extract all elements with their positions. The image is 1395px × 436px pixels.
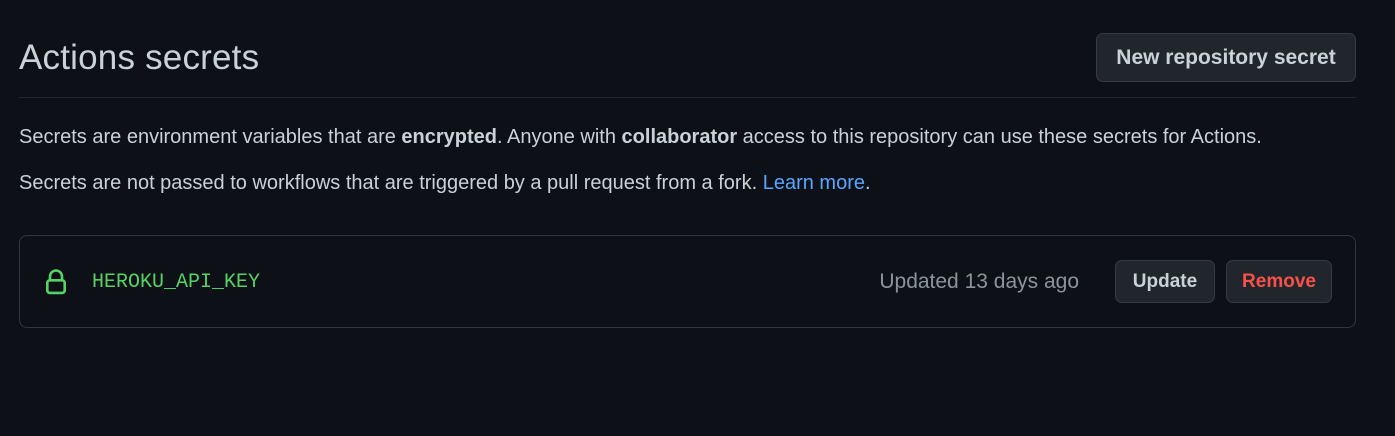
- actions-secrets-page: Actions secrets New repository secret Se…: [0, 0, 1395, 436]
- learn-more-link[interactable]: Learn more: [763, 172, 865, 194]
- description-fork: Secrets are not passed to workflows that…: [19, 172, 871, 195]
- remove-secret-button[interactable]: Remove: [1226, 260, 1332, 303]
- secret-updated-time: Updated 13 days ago: [879, 270, 1079, 293]
- lock-icon: [45, 269, 67, 295]
- description-encrypted: Secrets are environment variables that a…: [19, 126, 1262, 149]
- description-text: Secrets are not passed to workflows that…: [19, 172, 763, 194]
- page-title: Actions secrets: [19, 38, 260, 77]
- page-header: Actions secrets New repository secret: [19, 20, 1356, 98]
- collaborator-emphasis: collaborator: [621, 126, 738, 148]
- encrypted-emphasis: encrypted: [401, 126, 498, 148]
- update-secret-button[interactable]: Update: [1115, 260, 1215, 303]
- secret-name: HEROKU_API_KEY: [92, 271, 261, 294]
- description-text: Secrets are environment variables that a…: [19, 126, 402, 148]
- description-text: . Anyone with: [497, 126, 622, 148]
- new-repository-secret-button[interactable]: New repository secret: [1096, 33, 1356, 82]
- description-text: .: [864, 172, 871, 194]
- description-text: access to this repository can use these …: [737, 126, 1262, 148]
- secret-list-item: HEROKU_API_KEY Updated 13 days ago Updat…: [19, 235, 1356, 328]
